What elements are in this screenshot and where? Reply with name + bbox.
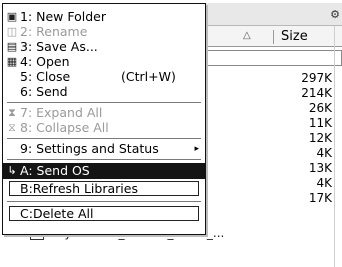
new-folder-icon: ▣ (6, 10, 18, 23)
menu-item-label: 9: Settings and Status (20, 141, 159, 156)
menu-item-label: 8: Collapse All (20, 120, 109, 135)
open-icon: ▦ (6, 55, 18, 68)
menu-item-label: 6: Send (20, 84, 68, 99)
collapse-icon: ⧖ (8, 121, 16, 134)
menu-item-label: 2: Rename (20, 24, 88, 39)
menu-item-label: 1: New Folder (20, 9, 107, 24)
menu-item-label: 7: Expand All (20, 105, 103, 120)
window-title-bar: ⚙ (205, 3, 342, 26)
menu-item-label: 4: Open (20, 54, 70, 69)
size-column-header[interactable]: Size (281, 29, 308, 44)
menu-separator (7, 102, 201, 103)
context-menu: ▣ 1: New Folder ◫ 2: Rename ▤ 3: Save As… (2, 3, 206, 235)
size-cell: 13K (308, 161, 332, 175)
menu-separator (7, 138, 201, 139)
menu-separator (7, 159, 201, 160)
settings-icon[interactable]: ⚙ (330, 8, 340, 21)
menu-item-send[interactable]: 6: Send (3, 85, 205, 99)
size-cell: 11K (308, 116, 332, 130)
list-right-border (334, 26, 335, 267)
menu-item-label: C:Delete All (20, 206, 94, 221)
submenu-arrow-icon: ▸ (194, 144, 199, 154)
size-cell: 17K (308, 191, 332, 205)
rename-icon: ◫ (6, 25, 18, 38)
menu-item-shortcut: (Ctrl+W) (121, 69, 176, 84)
selected-row[interactable] (205, 50, 342, 66)
menu-item-open[interactable]: ▦ 4: Open (3, 55, 205, 69)
size-cell: 297K (301, 71, 332, 85)
menu-item-expand-all[interactable]: ⧗ 7: Expand All (3, 106, 205, 120)
menu-item-refresh-libraries[interactable]: B:Refresh Libraries (9, 181, 199, 196)
menu-item-save-as[interactable]: ▤ 3: Save As... (3, 40, 205, 54)
size-cell: 4K (316, 176, 332, 190)
size-cell: 214K (301, 86, 332, 100)
menu-item-label: A: Send OS (20, 163, 90, 178)
expand-icon: ⧗ (8, 106, 16, 119)
menu-separator (7, 201, 201, 202)
size-cell: 26K (308, 101, 332, 115)
menu-item-label: 5: Close (20, 69, 71, 84)
menu-item-label: 3: Save As... (20, 39, 98, 54)
menu-item-new-folder[interactable]: ▣ 1: New Folder (3, 10, 205, 24)
menu-item-send-os[interactable]: ↳ A: Send OS (3, 163, 205, 179)
save-icon: ▤ (6, 40, 18, 53)
menu-item-settings-and-status[interactable]: 9: Settings and Status ▸ (3, 142, 205, 156)
size-cell: 4K (316, 146, 332, 160)
menu-item-collapse-all[interactable]: ⧖ 8: Collapse All (3, 121, 205, 135)
column-separator[interactable] (273, 30, 274, 44)
size-cell: 12K (308, 131, 332, 145)
menu-item-delete-all[interactable]: C:Delete All (9, 206, 199, 221)
menu-item-label: B:Refresh Libraries (20, 181, 138, 196)
menu-item-close[interactable]: 5: Close (Ctrl+W) (3, 70, 205, 84)
send-os-icon: ↳ (7, 164, 17, 177)
menu-item-rename[interactable]: ◫ 2: Rename (3, 25, 205, 39)
sort-indicator-icon[interactable]: △ (243, 30, 251, 41)
